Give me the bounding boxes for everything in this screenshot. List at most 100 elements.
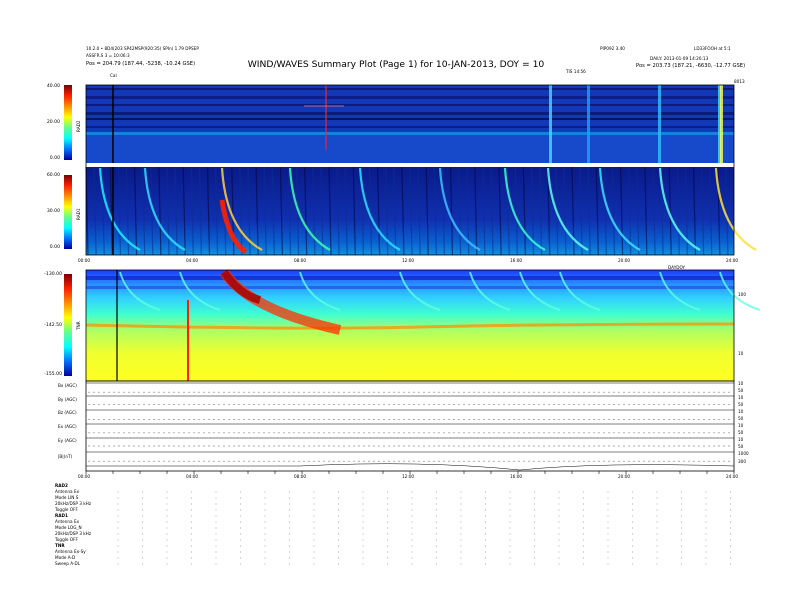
moment-point	[353, 391, 355, 393]
moment-point	[643, 403, 645, 405]
moment-point	[458, 403, 460, 405]
moment-point	[328, 460, 330, 462]
moment-point	[633, 403, 635, 405]
settings-dot	[387, 509, 388, 511]
moment-point	[323, 460, 325, 462]
moment-point	[653, 432, 655, 434]
moment-point	[373, 445, 375, 447]
moment-point	[428, 419, 430, 421]
moment-point	[348, 445, 350, 447]
settings-dot	[387, 551, 388, 553]
moment-point	[428, 432, 430, 434]
moment-point	[258, 432, 260, 434]
moment-point	[488, 391, 490, 393]
settings-dot	[313, 563, 315, 565]
moment-point	[528, 391, 530, 393]
moment-point	[153, 391, 155, 393]
moment-point	[238, 403, 240, 405]
moment-point	[608, 432, 610, 434]
moment-point	[373, 391, 375, 393]
moment-point	[453, 419, 455, 421]
settings-dot	[362, 539, 364, 541]
moment-point	[103, 432, 105, 434]
moment-point	[448, 403, 450, 405]
settings-dot	[681, 503, 682, 505]
settings-dot	[436, 491, 437, 493]
moment-point	[523, 403, 525, 405]
moment-point	[503, 460, 505, 462]
moment-point	[678, 419, 680, 421]
moment-point	[523, 445, 525, 447]
moment-point	[618, 432, 620, 434]
moment-point	[533, 432, 535, 434]
moment-point	[338, 445, 340, 447]
settings-dot	[191, 551, 192, 553]
moment-point	[158, 391, 160, 393]
moment-point	[508, 460, 510, 462]
moment-point	[633, 460, 635, 462]
moment-point	[593, 445, 595, 447]
settings-dot	[289, 491, 290, 493]
moment-point	[153, 445, 155, 447]
settings-dot	[656, 563, 658, 565]
moment-point	[393, 403, 395, 405]
moment-point	[538, 391, 540, 393]
moment-point	[513, 391, 515, 393]
moment-point	[678, 445, 680, 447]
moment-point	[113, 403, 115, 405]
moment-point	[633, 391, 635, 393]
moment-point	[153, 460, 155, 462]
settings-dot	[117, 497, 119, 499]
moment-point	[693, 445, 695, 447]
settings-dot	[485, 509, 486, 511]
moment-point	[603, 445, 605, 447]
settings-dot	[387, 563, 388, 565]
moment-point	[343, 419, 345, 421]
moment-point	[608, 460, 610, 462]
settings-dot	[362, 497, 364, 499]
moment-point	[178, 391, 180, 393]
moment-point	[378, 391, 380, 393]
settings-dot	[656, 557, 658, 559]
moment-point	[553, 419, 555, 421]
settings-dot	[264, 551, 266, 553]
settings-dot	[313, 545, 315, 547]
moment-point	[653, 403, 655, 405]
moment-point	[408, 419, 410, 421]
moment-point	[183, 391, 185, 393]
settings-dot	[436, 545, 437, 547]
settings-dot	[509, 515, 511, 517]
moment-point	[118, 432, 120, 434]
moment-point	[553, 432, 555, 434]
moment-point	[728, 419, 730, 421]
moment-point	[673, 460, 675, 462]
moment-point	[468, 460, 470, 462]
moment-point	[468, 419, 470, 421]
moment-point	[528, 403, 530, 405]
settings-dot	[583, 527, 584, 529]
moment-point	[263, 460, 265, 462]
moment-point	[398, 460, 400, 462]
settings-dot	[117, 503, 119, 505]
settings-dot	[460, 563, 462, 565]
settings-dot	[583, 509, 584, 511]
settings-dot	[632, 515, 633, 517]
moment-point	[468, 391, 470, 393]
moment-point	[88, 403, 90, 405]
moment-point	[168, 445, 170, 447]
settings-dot	[240, 521, 241, 523]
moment-point	[683, 432, 685, 434]
moment-point	[193, 403, 195, 405]
moment-point	[508, 419, 510, 421]
settings-dot	[215, 533, 217, 535]
settings-dot	[362, 509, 364, 511]
settings-dot	[362, 521, 364, 523]
moment-point	[358, 432, 360, 434]
moment-point	[663, 445, 665, 447]
moment-point	[403, 391, 405, 393]
moment-point	[693, 419, 695, 421]
settings-dot	[632, 545, 633, 547]
moment-point	[688, 432, 690, 434]
moment-point	[323, 432, 325, 434]
moment-point	[348, 391, 350, 393]
